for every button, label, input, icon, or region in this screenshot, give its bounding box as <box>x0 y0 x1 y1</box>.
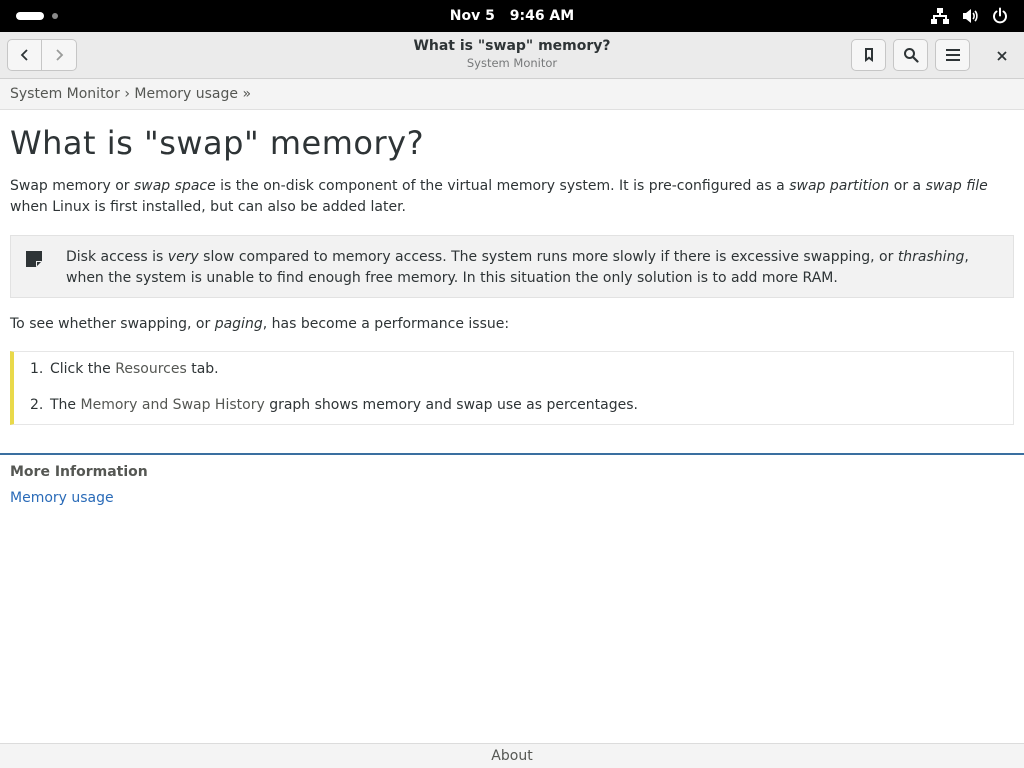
search-button[interactable] <box>893 39 928 71</box>
power-icon <box>990 6 1010 26</box>
network-icon <box>930 6 950 26</box>
header-bar: What is "swap" memory? System Monitor <box>0 32 1024 79</box>
system-tray[interactable] <box>930 6 1010 26</box>
memory-usage-link[interactable]: Memory usage <box>10 488 148 508</box>
breadcrumb-link-system-monitor[interactable]: System Monitor <box>10 86 120 102</box>
step-text: graph shows memory and swap use as perce… <box>264 397 638 413</box>
gui-label-memory-swap-history: Memory and Swap History <box>80 397 265 413</box>
gui-label-resources: Resources <box>115 361 187 377</box>
page-content: What is "swap" memory? Swap memory or sw… <box>10 110 1014 425</box>
close-icon <box>997 51 1007 61</box>
intro-emphasis-swap-partition: swap partition <box>789 178 890 194</box>
about-link[interactable]: About <box>491 748 532 764</box>
intro-emphasis-swap-space: swap space <box>133 178 216 194</box>
check-emphasis-paging: paging <box>214 316 263 332</box>
close-button[interactable] <box>992 46 1012 66</box>
clock-date: Nov 5 <box>449 8 495 24</box>
check-text-2: , has become a performance issue: <box>262 316 510 332</box>
note-text-2: slow compared to memory access. The syst… <box>198 249 898 265</box>
volume-icon <box>960 6 980 26</box>
note-text-1: Disk access is <box>66 249 168 265</box>
breadcrumb: System Monitor › Memory usage » <box>0 79 1024 110</box>
more-information-title: More Information <box>10 464 148 480</box>
note-icon <box>26 251 42 267</box>
search-icon <box>903 48 919 63</box>
list-item: 1. Click the Resources tab. <box>30 359 219 380</box>
breadcrumb-trail-marker: » <box>238 86 252 102</box>
section-divider <box>0 453 1024 455</box>
intro-text-2: is the on-disk component of the virtual … <box>215 178 790 194</box>
clock[interactable]: Nov 5 9:46 AM <box>0 0 1024 32</box>
note-box: Disk access is very slow compared to mem… <box>10 235 1014 298</box>
intro-emphasis-swap-file: swap file <box>925 178 988 194</box>
step-text: Click the <box>50 361 116 377</box>
step-text: tab. <box>186 361 219 377</box>
footer: About <box>0 743 1024 768</box>
step-number: 1. <box>30 361 44 377</box>
note-emphasis-thrashing: thrashing <box>897 249 965 265</box>
bookmark-icon <box>864 48 873 62</box>
intro-paragraph: Swap memory or swap space is the on-disk… <box>10 176 1014 218</box>
clock-time: 9:46 AM <box>509 8 575 24</box>
intro-text-1: Swap memory or <box>10 178 134 194</box>
intro-text-4: when Linux is first installed, but can a… <box>10 199 406 215</box>
intro-text-3: or a <box>889 178 926 194</box>
list-item: 2. The Memory and Swap History graph show… <box>30 395 638 416</box>
breadcrumb-separator: › <box>119 86 135 102</box>
breadcrumb-link-memory-usage[interactable]: Memory usage <box>134 86 238 102</box>
step-text: The <box>50 397 81 413</box>
more-information-section: More Information Memory usage <box>10 462 148 508</box>
check-text-1: To see whether swapping, or <box>10 316 215 332</box>
page-title: What is "swap" memory? <box>10 124 425 162</box>
menu-button[interactable] <box>935 39 970 71</box>
bookmark-button[interactable] <box>851 39 886 71</box>
steps-list: 1. Click the Resources tab. 2. The Memory … <box>10 351 1014 425</box>
check-paragraph: To see whether swapping, or paging, has … <box>10 314 1014 335</box>
top-bar: Nov 5 9:46 AM <box>0 0 1024 32</box>
menu-icon <box>945 49 960 61</box>
step-number: 2. <box>30 397 44 413</box>
note-emphasis-very: very <box>167 249 199 265</box>
